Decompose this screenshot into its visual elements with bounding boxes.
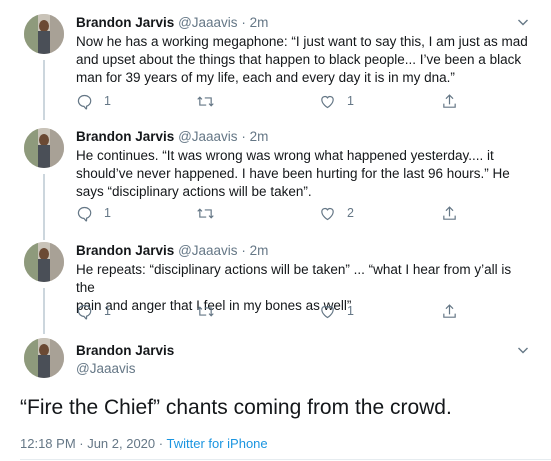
tweet-actions: 1 2 — [76, 204, 476, 222]
tweet-text-line: should’ve never happened. I have been hu… — [76, 166, 510, 181]
timestamp[interactable]: 2m — [250, 129, 269, 144]
tweet-header: Brandon Jarvis @Jaaavis · 2m — [76, 242, 268, 260]
tweet-text: Now he has a working megaphone: “I just … — [76, 33, 531, 87]
tweet-source[interactable]: Twitter for iPhone — [166, 436, 267, 451]
share-icon — [441, 303, 458, 320]
like-button[interactable]: 1 — [319, 92, 354, 110]
timestamp[interactable]: 2m — [250, 15, 269, 30]
author-handle[interactable]: @Jaaavis — [178, 15, 237, 30]
reply-count: 1 — [104, 304, 111, 318]
like-count: 1 — [347, 304, 354, 318]
retweet-icon — [196, 93, 215, 110]
avatar[interactable] — [24, 128, 64, 168]
tweet-header: Brandon Jarvis @Jaaavis · 2m — [76, 128, 268, 146]
avatar[interactable] — [24, 338, 64, 378]
main-tweet-text: “Fire the Chief” chants coming from the … — [20, 396, 452, 419]
chevron-down-icon[interactable] — [515, 14, 531, 30]
tweet-text-line: and upset about the things that happen t… — [76, 52, 522, 67]
reply-icon — [76, 303, 93, 320]
tweet-text-line: Now he has a working megaphone: “I just … — [76, 34, 528, 49]
like-button[interactable]: 1 — [319, 302, 354, 320]
tweet-header: Brandon Jarvis @Jaaavis · 2m — [76, 14, 268, 32]
reply-button[interactable]: 1 — [76, 92, 111, 110]
thread-tweet[interactable]: Brandon Jarvis @Jaaavis · 2m He repeats:… — [0, 242, 551, 334]
reply-icon — [76, 93, 93, 110]
separator: · — [241, 243, 246, 258]
author-name[interactable]: Brandon Jarvis — [76, 15, 174, 30]
author-handle[interactable]: @Jaaavis — [76, 360, 174, 378]
like-icon — [319, 93, 336, 110]
separator: · — [241, 129, 246, 144]
tweet-text-line: He continues. “It was wrong was wrong wh… — [76, 148, 494, 163]
like-icon — [319, 303, 336, 320]
thread-line — [43, 174, 45, 240]
thread-line — [43, 60, 45, 120]
tweet-meta: 12:18 PM · Jun 2, 2020 · Twitter for iPh… — [20, 435, 268, 453]
retweet-button[interactable] — [196, 92, 226, 110]
separator: · — [241, 15, 246, 30]
tweet-actions: 1 1 — [76, 302, 476, 320]
author-name[interactable]: Brandon Jarvis — [76, 342, 174, 360]
thread-tweet[interactable]: Brandon Jarvis @Jaaavis · 2m He continue… — [0, 128, 551, 240]
tweet-date[interactable]: 12:18 PM · Jun 2, 2020 — [20, 436, 155, 451]
author-name[interactable]: Brandon Jarvis — [76, 129, 174, 144]
share-button[interactable] — [441, 92, 458, 110]
like-count: 2 — [347, 206, 354, 220]
thread-line — [43, 288, 45, 334]
thread-tweet[interactable]: Brandon Jarvis @Jaaavis · 2m Now he has … — [0, 14, 551, 120]
reply-button[interactable]: 1 — [76, 302, 111, 320]
retweet-icon — [196, 303, 215, 320]
tweet-text-line: man for 39 years of my life, each and ev… — [76, 70, 455, 85]
like-button[interactable]: 2 — [319, 204, 354, 222]
share-button[interactable] — [441, 204, 458, 222]
avatar[interactable] — [24, 14, 64, 54]
chevron-down-icon[interactable] — [515, 342, 531, 358]
retweet-button[interactable] — [196, 204, 226, 222]
author-handle[interactable]: @Jaaavis — [178, 129, 237, 144]
tweet-actions: 1 1 — [76, 92, 476, 110]
reply-button[interactable]: 1 — [76, 204, 111, 222]
main-tweet-header: Brandon Jarvis @Jaaavis — [76, 342, 174, 378]
avatar[interactable] — [24, 242, 64, 282]
author-handle[interactable]: @Jaaavis — [178, 243, 237, 258]
share-icon — [441, 93, 458, 110]
share-button[interactable] — [441, 302, 458, 320]
retweet-icon — [196, 205, 215, 222]
tweet-text: He continues. “It was wrong was wrong wh… — [76, 147, 531, 201]
separator: · — [155, 436, 167, 451]
like-icon — [319, 205, 336, 222]
author-name[interactable]: Brandon Jarvis — [76, 243, 174, 258]
like-count: 1 — [347, 94, 354, 108]
share-icon — [441, 205, 458, 222]
main-tweet[interactable]: Brandon Jarvis @Jaaavis “Fire the Chief”… — [0, 338, 551, 461]
timestamp[interactable]: 2m — [250, 243, 269, 258]
reply-icon — [76, 205, 93, 222]
retweet-button[interactable] — [196, 302, 226, 320]
divider — [20, 459, 551, 460]
tweet-text-line: says “disciplinary actions will be taken… — [76, 184, 312, 199]
reply-count: 1 — [104, 206, 111, 220]
reply-count: 1 — [104, 94, 111, 108]
tweet-text-line: He repeats: “disciplinary actions will b… — [76, 262, 512, 295]
